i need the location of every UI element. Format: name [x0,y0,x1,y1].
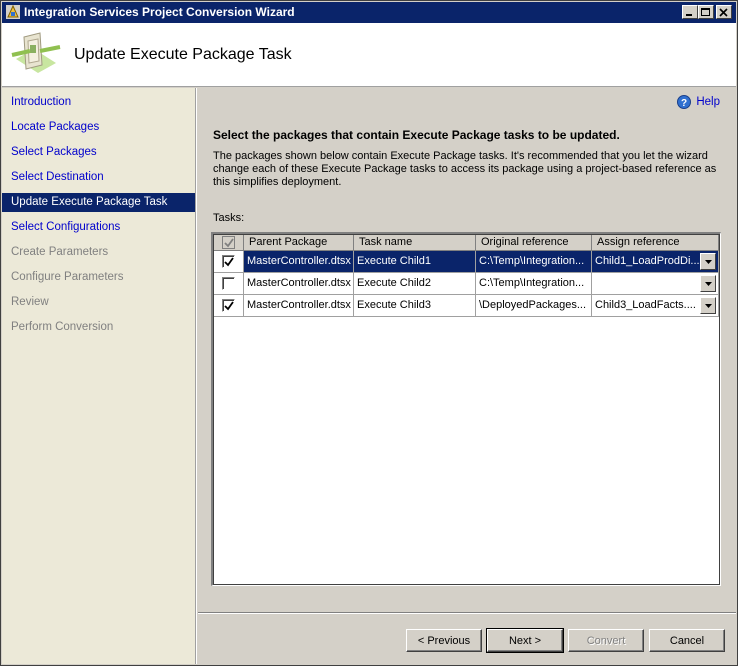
help-link[interactable]: ? Help [677,95,720,109]
grid-header-row: Parent Package Task name Original refere… [214,235,719,251]
nav-item-select-packages[interactable]: Select Packages [2,143,195,162]
column-header-assign-reference[interactable]: Assign reference [592,235,719,251]
nav-item-create-parameters: Create Parameters [11,246,109,258]
table-row[interactable]: MasterController.dtsx Execute Child2 C:\… [214,273,719,295]
checkmark-icon [224,301,234,311]
assign-reference-dropdown[interactable] [700,275,716,292]
assign-reference-dropdown[interactable] [700,297,716,314]
row-checkbox-cell [214,273,244,295]
column-header-task-name[interactable]: Task name [354,235,476,251]
row-checkbox[interactable] [222,255,235,268]
maximize-button[interactable] [698,5,714,19]
main-panel: ? Help Select the packages that contain … [198,88,736,613]
assign-reference-value: Child1_LoadProdDi... [595,255,700,267]
tasks-label: Tasks: [213,212,245,224]
cancel-button[interactable]: Cancel [649,629,725,652]
footer-separator [198,612,736,614]
nav-item-perform-conversion: Perform Conversion [11,321,114,333]
chevron-down-icon [705,282,712,286]
task-name-cell: Execute Child2 [354,273,476,295]
wizard-page-icon [11,32,61,73]
nav-item-select-configurations[interactable]: Select Configurations [2,218,195,237]
parent-package-cell: MasterController.dtsx [244,273,354,295]
nav-divider [195,88,197,664]
task-name-cell: Execute Child3 [354,295,476,317]
tasks-grid-body: Parent Package Task name Original refere… [213,234,720,585]
next-button[interactable]: Next > [486,628,564,653]
row-checkbox-cell [214,295,244,317]
nav-item-review: Review [11,296,49,308]
minimize-icon [686,14,692,16]
chevron-down-icon [705,260,712,264]
convert-button: Convert [568,629,644,652]
assign-reference-combo[interactable]: Child3_LoadFacts.... [592,295,719,317]
select-all-checkbox[interactable] [222,236,235,249]
original-reference-cell: \DeployedPackages... [476,295,592,317]
original-reference-cell: C:\Temp\Integration... [476,273,592,295]
table-row[interactable]: MasterController.dtsx Execute Child3 \De… [214,295,719,317]
close-icon [719,8,728,17]
column-header-original-reference[interactable]: Original reference [476,235,592,251]
original-reference-cell: C:\Temp\Integration... [476,251,592,273]
wizard-header: Update Execute Package Task [2,23,736,87]
help-icon: ? [677,95,692,109]
minimize-button[interactable] [682,5,698,19]
nav-item-introduction[interactable]: Introduction [2,93,195,112]
parent-package-cell: MasterController.dtsx [244,295,354,317]
nav-item-configure-parameters: Configure Parameters [11,271,124,283]
column-header-parent-package[interactable]: Parent Package [244,235,354,251]
nav-item-update-execute-package-task[interactable]: Update Execute Package Task [2,193,195,212]
table-row[interactable]: MasterController.dtsx Execute Child1 C:\… [214,251,719,273]
checkmark-icon [224,257,234,267]
checkmark-icon [224,238,234,248]
nav-item-locate-packages[interactable]: Locate Packages [2,118,195,137]
maximize-icon [701,8,710,16]
assign-reference-combo[interactable]: Child1_LoadProdDi... [592,251,719,273]
previous-button[interactable]: < Previous [406,629,482,652]
section-description: The packages shown below contain Execute… [213,150,717,188]
wizard-window: Integration Services Project Conversion … [0,0,738,666]
select-all-header[interactable] [214,235,244,251]
tasks-grid[interactable]: Parent Package Task name Original refere… [211,232,721,586]
help-label: Help [696,96,720,108]
section-heading: Select the packages that contain Execute… [213,128,620,142]
wizard-steps-nav: Introduction Locate Packages Select Pack… [2,88,195,664]
svg-text:?: ? [681,98,687,109]
title-bar: Integration Services Project Conversion … [2,2,736,23]
app-icon [6,4,20,19]
page-title: Update Execute Package Task [74,46,292,63]
row-checkbox[interactable] [222,299,235,312]
assign-reference-value: Child3_LoadFacts.... [595,299,696,311]
assign-reference-dropdown[interactable] [700,253,716,270]
chevron-down-icon [705,304,712,308]
assign-reference-combo[interactable] [592,273,719,295]
row-checkbox-cell [214,251,244,273]
row-checkbox[interactable] [222,277,235,290]
nav-item-select-destination[interactable]: Select Destination [2,168,195,187]
close-button[interactable] [716,5,732,19]
parent-package-cell: MasterController.dtsx [244,251,354,273]
task-name-cell: Execute Child1 [354,251,476,273]
window-title: Integration Services Project Conversion … [24,5,295,19]
